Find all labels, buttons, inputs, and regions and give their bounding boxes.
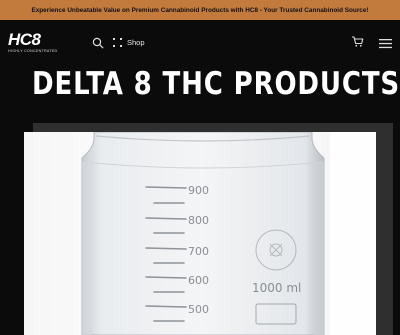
graduation-800: 800 (188, 214, 209, 227)
site-header: HC8 HIGHLY CONCENTRATED Shop (0, 20, 400, 64)
shop-label: Shop (127, 37, 145, 47)
cart-button[interactable] (351, 35, 364, 48)
product-hero-image: 900 800 700 600 500 1000 ml (24, 132, 376, 335)
cart-icon (352, 36, 364, 47)
beaker-illustration: 900 800 700 600 500 1000 ml (24, 132, 376, 335)
graduation-700: 700 (188, 245, 209, 258)
volume-label: 1000 ml (252, 281, 301, 295)
site-logo[interactable]: HC8 HIGHLY CONCENTRATED (8, 31, 58, 55)
logo-tagline: HIGHLY CONCENTRATED (8, 49, 58, 53)
promo-banner: Experience Unbeatable Value on Premium C… (0, 0, 400, 20)
logo-text: HC8 (8, 30, 41, 49)
search-icon (92, 37, 104, 49)
hamburger-menu-button[interactable] (379, 36, 392, 49)
search-button[interactable] (92, 36, 104, 49)
shop-menu-button[interactable]: Shop (113, 35, 145, 49)
graduation-500: 500 (188, 303, 209, 316)
graduation-900: 900 (188, 184, 209, 197)
grid-icon (113, 37, 122, 47)
page-title: DELTA 8 THC PRODUCTS (32, 66, 400, 102)
graduation-600: 600 (188, 274, 209, 287)
hamburger-menu-icon (379, 39, 392, 49)
promo-text: Experience Unbeatable Value on Premium C… (31, 6, 369, 14)
